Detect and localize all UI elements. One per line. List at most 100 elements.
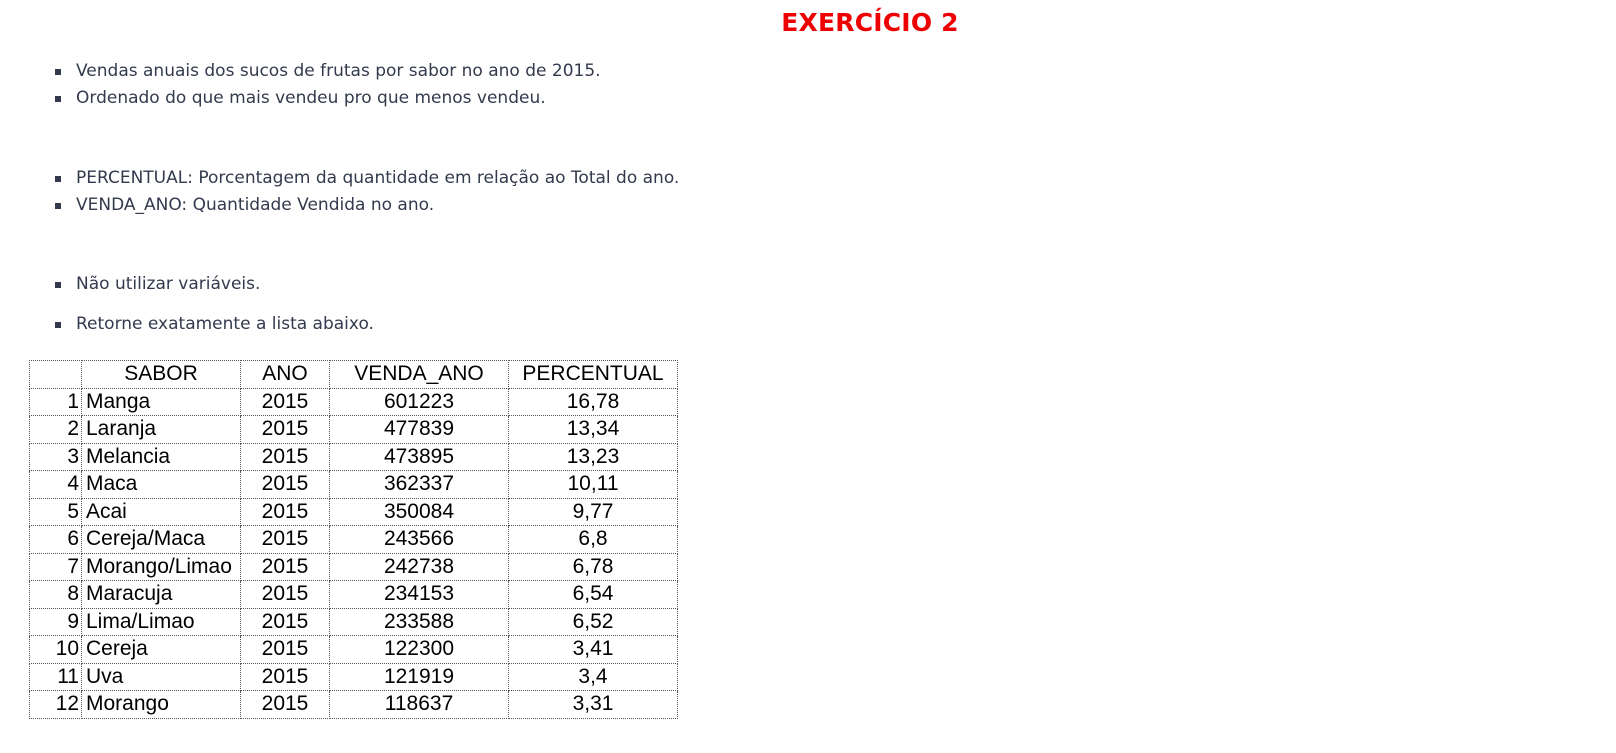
- cell-venda-ano: 243566: [329, 525, 509, 554]
- cell-venda-ano: 477839: [329, 415, 509, 444]
- cell-sabor: Cereja/Maca: [81, 525, 241, 554]
- table-row: 11 Uva 2015 121919 3,4: [29, 662, 678, 691]
- bullet-list-rule: Não utilizar variáveis.: [55, 271, 260, 298]
- cell-venda-ano: 122300: [329, 635, 509, 664]
- table-row: 2 Laranja 2015 477839 13,34: [29, 415, 678, 444]
- bullet-text: Retorne exatamente a lista abaixo.: [76, 314, 374, 334]
- cell-percentual: 6,54: [508, 580, 678, 609]
- table-row: 10 Cereja 2015 122300 3,41: [29, 635, 678, 664]
- square-bullet-icon: [55, 282, 61, 288]
- cell-ano: 2015: [240, 470, 330, 499]
- cell-sabor: Maca: [81, 470, 241, 499]
- bullet-text: VENDA_ANO: Quantidade Vendida no ano.: [76, 195, 435, 215]
- cell-venda-ano: 362337: [329, 470, 509, 499]
- table-row: 1 Manga 2015 601223 16,78: [29, 387, 678, 416]
- cell-sabor: Cereja: [81, 635, 241, 664]
- cell-ano: 2015: [240, 415, 330, 444]
- cell-sabor: Melancia: [81, 442, 241, 471]
- bullet-item: PERCENTUAL: Porcentagem da quantidade em…: [55, 165, 679, 192]
- cell-ano: 2015: [240, 662, 330, 691]
- square-bullet-icon: [55, 69, 61, 75]
- result-table: SABOR ANO VENDA_ANO PERCENTUAL 1 Manga 201…: [29, 360, 678, 719]
- cell-venda-ano: 121919: [329, 662, 509, 691]
- cell-ano: 2015: [240, 690, 330, 719]
- cell-venda-ano: 234153: [329, 580, 509, 609]
- bullet-list-description: Vendas anuais dos sucos de frutas por sa…: [55, 58, 601, 112]
- header-venda-ano: VENDA_ANO: [329, 360, 509, 389]
- page-title: EXERCÍCIO 2: [781, 8, 959, 37]
- cell-venda-ano: 473895: [329, 442, 509, 471]
- cell-venda-ano: 601223: [329, 387, 509, 416]
- cell-index: 1: [29, 387, 82, 416]
- cell-sabor: Morango: [81, 690, 241, 719]
- cell-index: 3: [29, 442, 82, 471]
- bullet-list-instruction: Retorne exatamente a lista abaixo.: [55, 311, 374, 338]
- table-row: 8 Maracuja 2015 234153 6,54: [29, 580, 678, 609]
- bullet-text: Vendas anuais dos sucos de frutas por sa…: [76, 61, 601, 81]
- table-row: 3 Melancia 2015 473895 13,23: [29, 442, 678, 471]
- bullet-item: Não utilizar variáveis.: [55, 271, 260, 298]
- cell-percentual: 10,11: [508, 470, 678, 499]
- cell-index: 5: [29, 497, 82, 526]
- cell-percentual: 9,77: [508, 497, 678, 526]
- header-index: [29, 360, 82, 389]
- cell-ano: 2015: [240, 525, 330, 554]
- table-header-row: SABOR ANO VENDA_ANO PERCENTUAL: [29, 360, 678, 389]
- cell-ano: 2015: [240, 580, 330, 609]
- cell-venda-ano: 118637: [329, 690, 509, 719]
- cell-percentual: 16,78: [508, 387, 678, 416]
- cell-sabor: Uva: [81, 662, 241, 691]
- header-percentual: PERCENTUAL: [508, 360, 678, 389]
- square-bullet-icon: [55, 176, 61, 182]
- bullet-item: Vendas anuais dos sucos de frutas por sa…: [55, 58, 601, 85]
- bullet-list-definitions: PERCENTUAL: Porcentagem da quantidade em…: [55, 165, 679, 219]
- cell-percentual: 13,34: [508, 415, 678, 444]
- cell-percentual: 6,78: [508, 552, 678, 581]
- cell-ano: 2015: [240, 635, 330, 664]
- cell-percentual: 3,31: [508, 690, 678, 719]
- cell-percentual: 6,52: [508, 607, 678, 636]
- table-row: 7 Morango/Limao 2015 242738 6,78: [29, 552, 678, 581]
- cell-percentual: 13,23: [508, 442, 678, 471]
- bullet-item: VENDA_ANO: Quantidade Vendida no ano.: [55, 192, 679, 219]
- cell-venda-ano: 242738: [329, 552, 509, 581]
- header-sabor: SABOR: [81, 360, 241, 389]
- cell-sabor: Lima/Limao: [81, 607, 241, 636]
- cell-index: 6: [29, 525, 82, 554]
- cell-index: 11: [29, 662, 82, 691]
- cell-ano: 2015: [240, 497, 330, 526]
- cell-sabor: Manga: [81, 387, 241, 416]
- table-row: 5 Acai 2015 350084 9,77: [29, 497, 678, 526]
- table-body: 1 Manga 2015 601223 16,78 2 Laranja 2015 477839 1…: [29, 387, 678, 719]
- cell-ano: 2015: [240, 387, 330, 416]
- cell-ano: 2015: [240, 607, 330, 636]
- cell-venda-ano: 233588: [329, 607, 509, 636]
- cell-sabor: Morango/Limao: [81, 552, 241, 581]
- cell-percentual: 3,4: [508, 662, 678, 691]
- square-bullet-icon: [55, 322, 61, 328]
- bullet-text: PERCENTUAL: Porcentagem da quantidade em…: [76, 168, 680, 188]
- cell-index: 2: [29, 415, 82, 444]
- cell-ano: 2015: [240, 442, 330, 471]
- cell-ano: 2015: [240, 552, 330, 581]
- cell-index: 8: [29, 580, 82, 609]
- cell-index: 7: [29, 552, 82, 581]
- cell-sabor: Acai: [81, 497, 241, 526]
- table-row: 9 Lima/Limao 2015 233588 6,52: [29, 607, 678, 636]
- cell-venda-ano: 350084: [329, 497, 509, 526]
- square-bullet-icon: [55, 203, 61, 209]
- cell-index: 4: [29, 470, 82, 499]
- cell-index: 9: [29, 607, 82, 636]
- header-ano: ANO: [240, 360, 330, 389]
- bullet-item: Retorne exatamente a lista abaixo.: [55, 311, 374, 338]
- cell-percentual: 6,8: [508, 525, 678, 554]
- cell-sabor: Maracuja: [81, 580, 241, 609]
- cell-index: 12: [29, 690, 82, 719]
- cell-index: 10: [29, 635, 82, 664]
- table-row: 4 Maca 2015 362337 10,11: [29, 470, 678, 499]
- cell-percentual: 3,41: [508, 635, 678, 664]
- result-table-container: SABOR ANO VENDA_ANO PERCENTUAL 1 Manga 201…: [29, 360, 678, 719]
- bullet-text: Não utilizar variáveis.: [76, 274, 261, 294]
- square-bullet-icon: [55, 96, 61, 102]
- cell-sabor: Laranja: [81, 415, 241, 444]
